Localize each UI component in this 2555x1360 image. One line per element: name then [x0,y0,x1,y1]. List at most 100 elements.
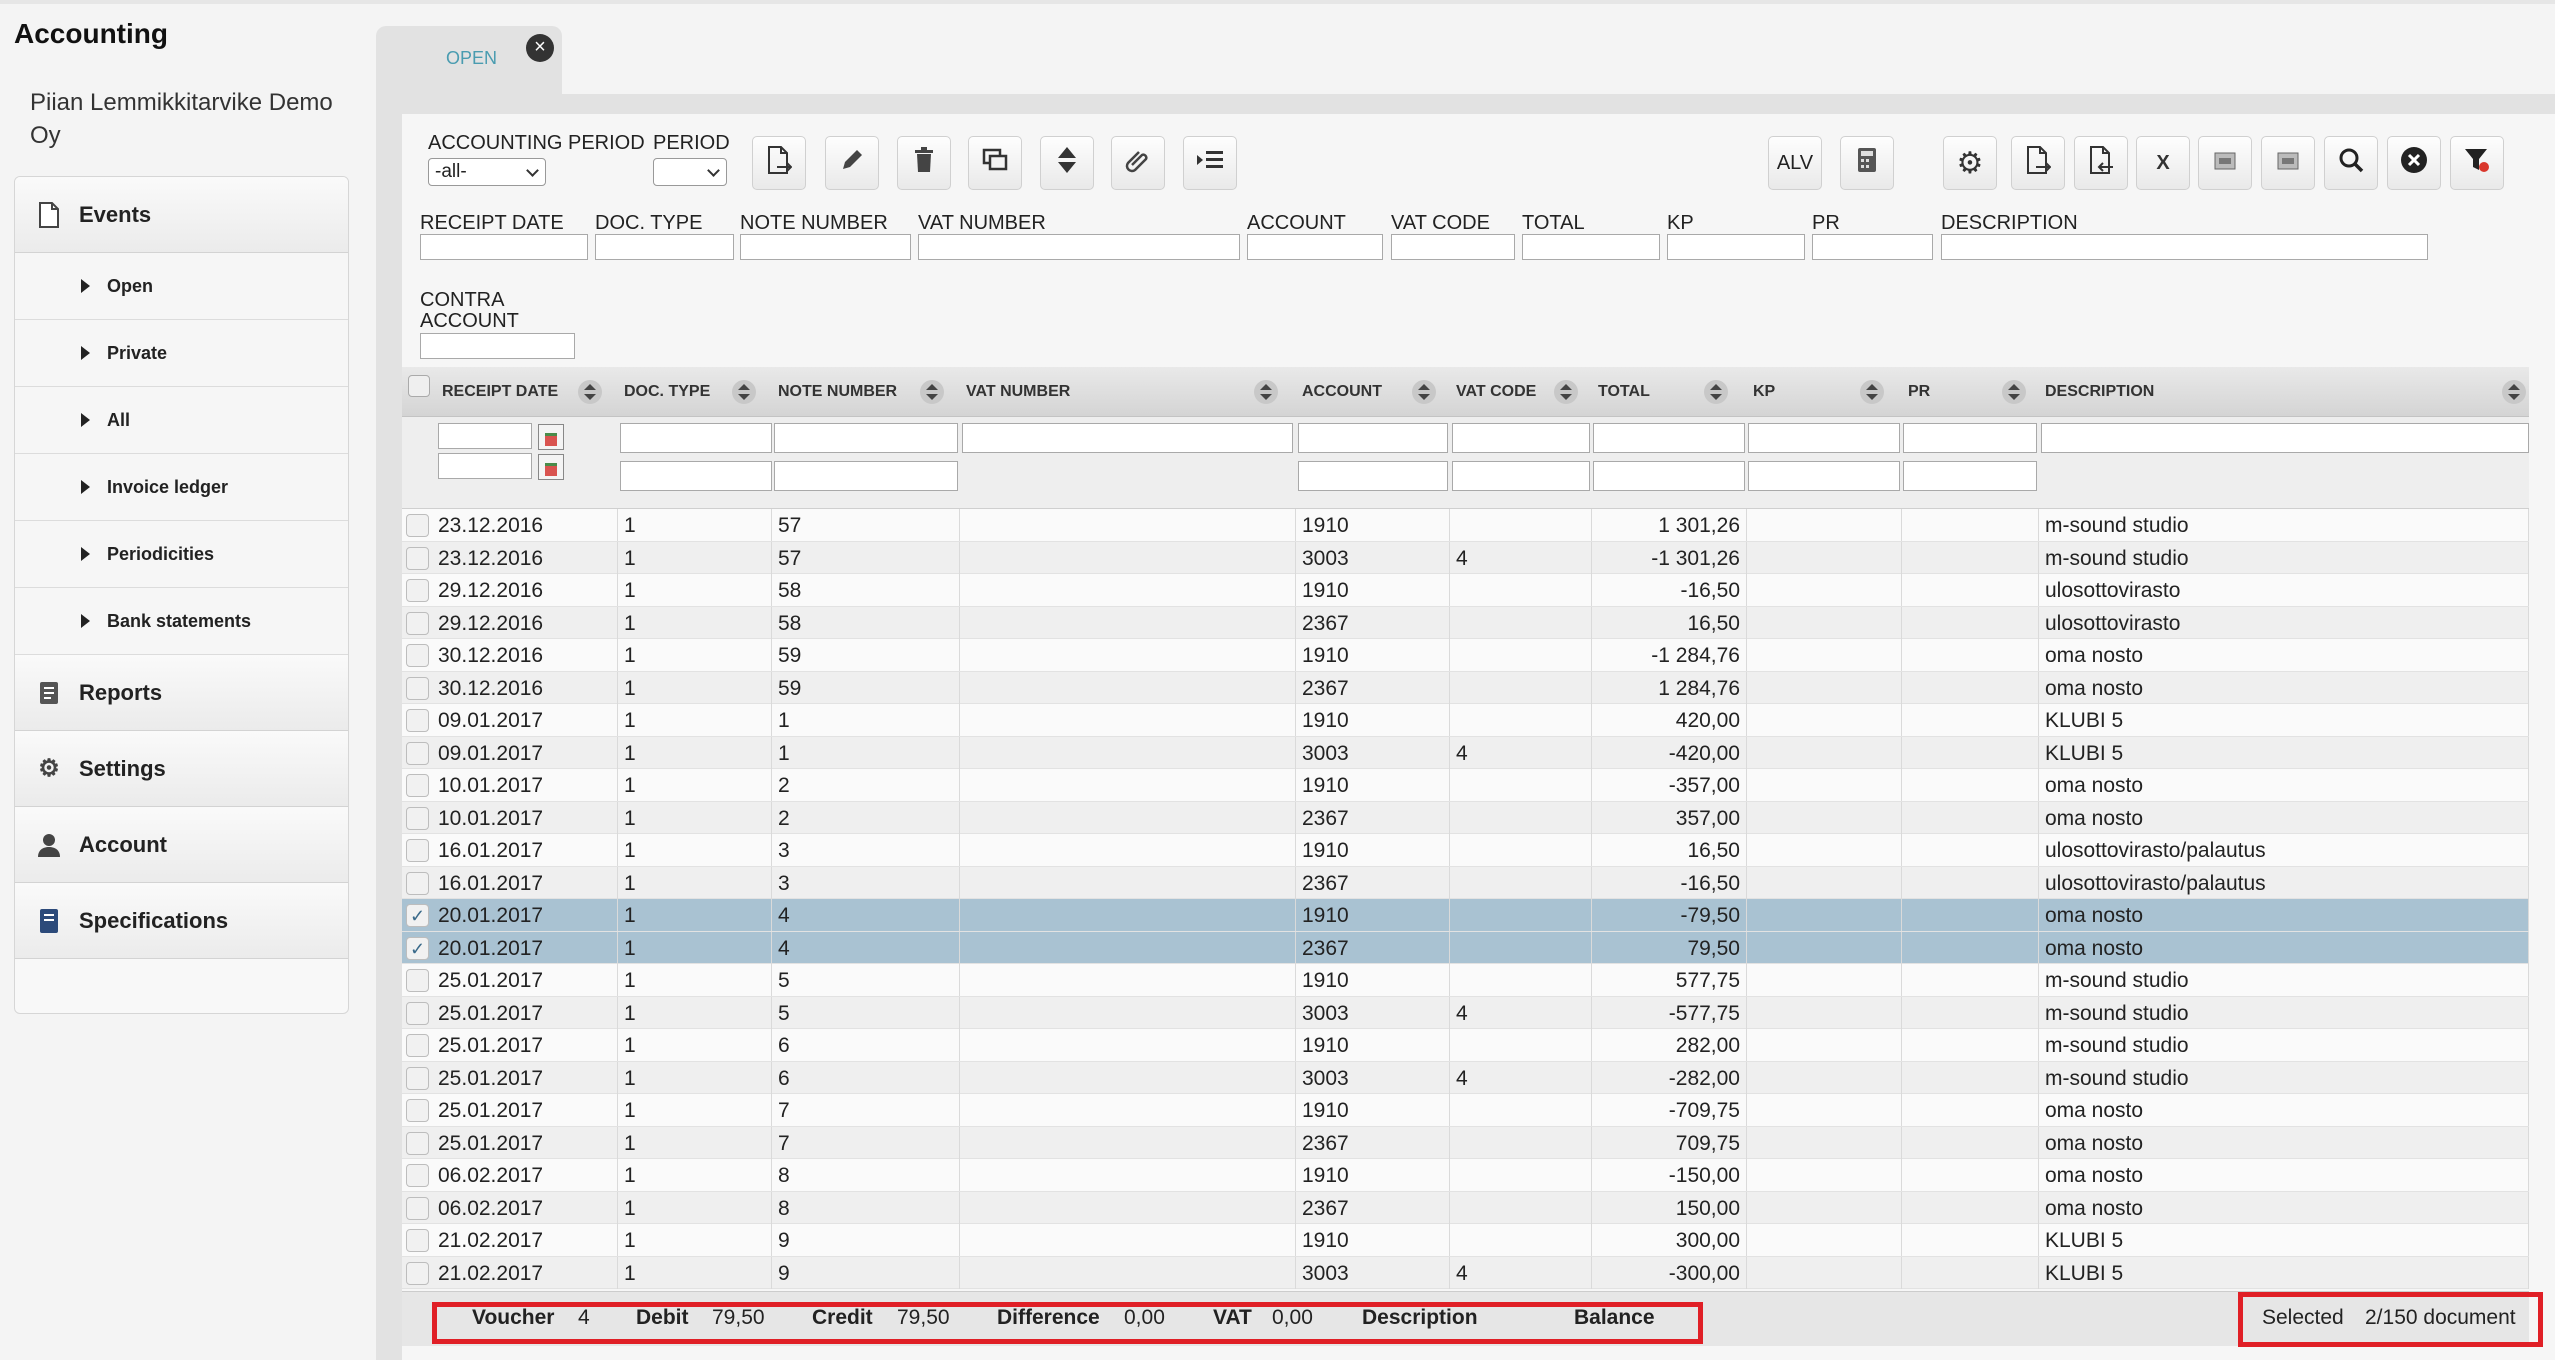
row-checkbox[interactable] [406,1196,429,1220]
table-row[interactable]: ✓ 20.01.2017 1 4 1910 -79,50 oma nosto [402,899,2529,932]
list-button[interactable] [1183,136,1237,190]
table-row[interactable]: 25.01.2017 1 5 3003 4 -577,75 m-sound studio [402,996,2529,1029]
close-icon[interactable]: × [526,34,554,62]
table-row[interactable]: 25.01.2017 1 7 2367 709,75 oma nosto [402,1126,2529,1159]
row-checkbox[interactable] [406,676,429,700]
table-row[interactable]: 10.01.2017 1 2 2367 357,00 oma nosto [402,801,2529,834]
table-row[interactable]: 06.02.2017 1 8 1910 -150,00 oma nosto [402,1159,2529,1192]
calculator-button[interactable] [1840,136,1894,190]
sort-button[interactable] [1040,136,1094,190]
row-checkbox[interactable] [406,546,429,570]
date-to-input[interactable] [438,453,532,479]
sidebar-item-specifications[interactable]: Specifications [15,883,348,959]
vat-code-grid-filter-2[interactable] [1452,461,1590,491]
sort-icon[interactable] [732,380,756,404]
column-header-receipt-date[interactable]: RECEIPT DATE [436,367,558,417]
sidebar-subitem-periodicities[interactable]: Periodicities [15,521,348,588]
sidebar-item-settings[interactable]: ⚙ Settings [15,731,348,807]
sort-icon[interactable] [920,380,944,404]
filter-clear-button[interactable] [2450,136,2504,190]
table-row[interactable]: 10.01.2017 1 2 1910 -357,00 oma nosto [402,769,2529,802]
pr-grid-filter[interactable] [1903,423,2037,453]
sort-icon[interactable] [2502,380,2526,404]
sidebar-subitem-all[interactable]: All [15,387,348,454]
total-grid-filter[interactable] [1593,423,1745,453]
row-checkbox[interactable] [406,1261,429,1285]
table-row[interactable]: 25.01.2017 1 5 1910 577,75 m-sound studio [402,964,2529,997]
edit-button[interactable] [825,136,879,190]
import-button[interactable] [2011,136,2065,190]
total-filter-input[interactable] [1522,234,1660,260]
sort-icon[interactable] [578,380,602,404]
table-row[interactable]: 21.02.2017 1 9 1910 300,00 KLUBI 5 [402,1224,2529,1257]
table-row[interactable]: 21.02.2017 1 9 3003 4 -300,00 KLUBI 5 [402,1256,2529,1289]
note-number-filter-input[interactable] [740,234,911,260]
doc-type-grid-filter[interactable] [620,423,772,453]
row-checkbox[interactable] [406,774,429,797]
receipt-date-filter-input[interactable] [420,234,588,260]
table-row[interactable]: 16.01.2017 1 3 2367 -16,50 ulosottovirasto/pa… [402,866,2529,899]
alv-button[interactable]: ALV [1768,136,1822,190]
row-checkbox[interactable] [406,839,429,862]
table-row[interactable]: 23.12.2016 1 57 3003 4 -1 301,26 m-sound studi… [402,541,2529,574]
table-row[interactable]: 30.12.2016 1 59 2367 1 284,76 oma nosto [402,671,2529,704]
vat-code-grid-filter[interactable] [1452,423,1590,453]
row-checkbox[interactable] [406,514,429,537]
row-checkbox[interactable] [406,969,429,992]
copy-button[interactable] [968,136,1022,190]
clear-button[interactable] [2387,136,2441,190]
account-filter-input[interactable] [1247,234,1383,260]
search-button[interactable] [2324,136,2378,190]
row-checkbox[interactable] [406,1001,429,1025]
contra-account-filter-input[interactable] [420,333,575,359]
sidebar-item-reports[interactable]: Reports [15,655,348,731]
row-checkbox[interactable] [406,1034,429,1057]
vat-number-filter-input[interactable] [918,234,1240,260]
sidebar-subitem-open[interactable]: Open [15,253,348,320]
form-button-2[interactable] [2261,136,2315,190]
note-number-grid-filter[interactable] [774,423,958,453]
settings-button[interactable]: ⚙ [1943,136,1997,190]
table-row[interactable]: 29.12.2016 1 58 2367 16,50 ulosottovirasto [402,606,2529,639]
attach-button[interactable] [1111,136,1165,190]
row-checkbox[interactable] [406,1066,429,1090]
pr-grid-filter-2[interactable] [1903,461,2037,491]
date-from-input[interactable] [438,423,532,449]
row-checkbox[interactable] [406,644,429,667]
period-select[interactable] [653,158,727,186]
note-number-grid-filter-2[interactable] [774,461,958,491]
column-header-account[interactable]: ACCOUNT [1296,367,1382,417]
column-header-note-number[interactable]: NOTE NUMBER [772,367,897,417]
sort-icon[interactable] [1704,380,1728,404]
row-checkbox[interactable] [406,579,429,602]
account-grid-filter-2[interactable] [1298,461,1448,491]
table-row[interactable]: 06.02.2017 1 8 2367 150,00 oma nosto [402,1191,2529,1224]
row-checkbox[interactable] [406,806,429,830]
table-row[interactable]: 29.12.2016 1 58 1910 -16,50 ulosottovirasto [402,574,2529,607]
row-checkbox[interactable] [406,1131,429,1155]
total-grid-filter-2[interactable] [1593,461,1745,491]
table-row[interactable]: 25.01.2017 1 6 1910 282,00 m-sound studio [402,1029,2529,1062]
sidebar-subitem-private[interactable]: Private [15,320,348,387]
column-header-vat-code[interactable]: VAT CODE [1450,367,1536,417]
row-checkbox[interactable] [406,709,429,732]
table-row[interactable]: 25.01.2017 1 7 1910 -709,75 oma nosto [402,1094,2529,1127]
table-row[interactable]: 25.01.2017 1 6 3003 4 -282,00 m-sound studio [402,1061,2529,1094]
export-button[interactable] [2074,136,2128,190]
kp-filter-input[interactable] [1667,234,1805,260]
row-checkbox[interactable] [406,611,429,635]
row-checkbox[interactable] [406,1229,429,1252]
accounting-period-select[interactable]: -all- [428,158,546,186]
sort-icon[interactable] [1412,380,1436,404]
column-header-pr[interactable]: PR [1902,367,1930,417]
sidebar-item-account[interactable]: Account [15,807,348,883]
vat-number-grid-filter[interactable] [962,423,1293,453]
delete-button[interactable] [897,136,951,190]
table-row[interactable]: 09.01.2017 1 1 3003 4 -420,00 KLUBI 5 [402,736,2529,769]
row-checkbox[interactable] [406,1164,429,1187]
tab-open[interactable]: OPEN × [376,26,562,96]
kp-grid-filter[interactable] [1748,423,1900,453]
sort-icon[interactable] [1554,380,1578,404]
calendar-icon[interactable] [538,424,564,450]
select-all-checkbox[interactable] [408,375,430,397]
